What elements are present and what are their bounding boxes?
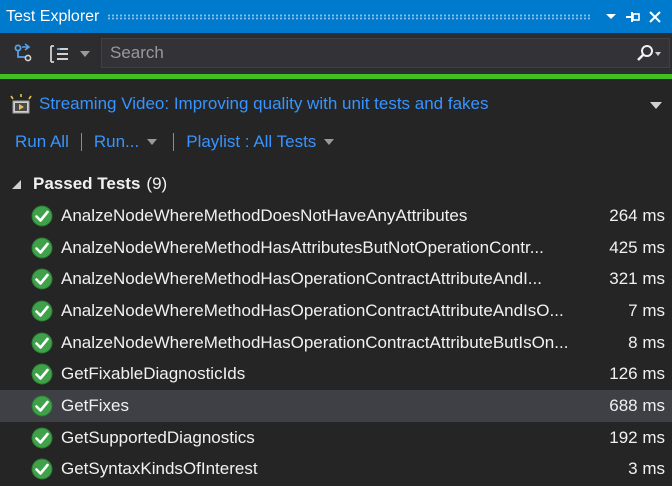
group-name: Passed Tests (33, 174, 141, 193)
streaming-video-link[interactable]: Streaming Video: Improving quality with … (39, 94, 488, 114)
view-options-dropdown[interactable] (78, 39, 92, 69)
test-duration: 8 ms (628, 332, 665, 352)
test-list: AnalzeNodeWhereMethodDoesNotHaveAnyAttri… (0, 200, 672, 485)
test-duration: 425 ms (609, 237, 665, 257)
test-duration: 264 ms (609, 205, 665, 225)
test-row[interactable]: AnalzeNodeWhereMethodHasOperationContrac… (0, 263, 672, 295)
test-name: GetSupportedDiagnostics (61, 427, 255, 447)
close-icon[interactable] (644, 6, 666, 28)
search-icon[interactable] (629, 39, 669, 67)
playlist-dropdown[interactable]: Playlist : All Tests (186, 132, 335, 152)
test-duration: 126 ms (609, 364, 665, 384)
window-title: Test Explorer (6, 7, 100, 25)
test-name: AnalzeNodeWhereMethodHasOperationContrac… (61, 269, 542, 289)
test-row[interactable]: GetSupportedDiagnostics 192 ms (0, 422, 672, 454)
passed-check-icon (31, 268, 53, 290)
search-box (101, 38, 670, 68)
test-name: AnalzeNodeWhereMethodHasOperationContrac… (61, 332, 569, 352)
passed-check-icon (31, 363, 53, 385)
test-row[interactable]: AnalzeNodeWhereMethodHasOperationContrac… (0, 295, 672, 327)
playlist-label: Playlist : All Tests (186, 132, 317, 151)
title-bar: Test Explorer (0, 0, 672, 33)
list-view-icon[interactable] (48, 39, 72, 69)
streaming-video-banner: Streaming Video: Improving quality with … (0, 88, 672, 120)
test-duration: 192 ms (609, 427, 665, 447)
test-duration: 3 ms (628, 459, 665, 479)
test-row[interactable]: AnalzeNodeWhereMethodDoesNotHaveAnyAttri… (0, 200, 672, 232)
test-row[interactable]: AnalzeNodeWhereMethodHasAttributesButNot… (0, 232, 672, 264)
chevron-down-icon[interactable] (600, 6, 622, 28)
passed-check-icon (31, 205, 53, 227)
passed-check-icon (31, 458, 53, 480)
passed-check-icon (31, 300, 53, 322)
test-row[interactable]: GetFixableDiagnosticIds 126 ms (0, 358, 672, 390)
chevron-down-icon[interactable] (650, 97, 662, 115)
group-by-icon[interactable] (10, 39, 36, 69)
passed-check-icon (31, 237, 53, 259)
toolbar (0, 33, 672, 74)
test-name: AnalzeNodeWhereMethodHasOperationContrac… (61, 300, 564, 320)
chevron-down-icon (147, 139, 158, 145)
test-name: AnalzeNodeWhereMethodDoesNotHaveAnyAttri… (61, 205, 468, 225)
test-name: AnalzeNodeWhereMethodHasAttributesButNot… (61, 237, 544, 257)
run-label: Run... (93, 132, 140, 151)
test-name: GetSyntaxKindsOfInterest (61, 459, 258, 479)
test-progress-bar (0, 74, 672, 79)
chevron-down-icon (80, 50, 90, 57)
test-duration: 7 ms (628, 300, 665, 320)
passed-check-icon (31, 395, 53, 417)
passed-check-icon (31, 427, 53, 449)
title-grip[interactable] (107, 13, 590, 20)
pin-icon[interactable] (622, 6, 644, 28)
test-duration: 688 ms (609, 395, 665, 415)
passed-check-icon (31, 332, 53, 354)
test-name: GetFixes (61, 395, 130, 415)
lightbulb-icon (9, 92, 33, 116)
test-name: GetFixableDiagnosticIds (61, 364, 246, 384)
separator (173, 133, 175, 151)
passed-tests-group-header[interactable]: Passed Tests (9) (0, 170, 672, 198)
test-duration: 321 ms (609, 269, 665, 289)
separator (80, 133, 82, 151)
run-all-link[interactable]: Run All (15, 132, 69, 152)
group-count: (9) (146, 174, 168, 193)
test-row[interactable]: GetSyntaxKindsOfInterest 3 ms (0, 454, 672, 486)
run-dropdown[interactable]: Run... (93, 132, 158, 152)
command-bar: Run All Run... Playlist : All Tests (0, 126, 672, 158)
test-row[interactable]: AnalzeNodeWhereMethodHasOperationContrac… (0, 327, 672, 359)
search-input[interactable] (102, 39, 629, 67)
test-row[interactable]: GetFixes 688 ms (0, 390, 672, 422)
collapse-triangle-icon[interactable] (8, 179, 24, 190)
chevron-down-icon (324, 139, 335, 145)
progress-fill (0, 74, 672, 79)
